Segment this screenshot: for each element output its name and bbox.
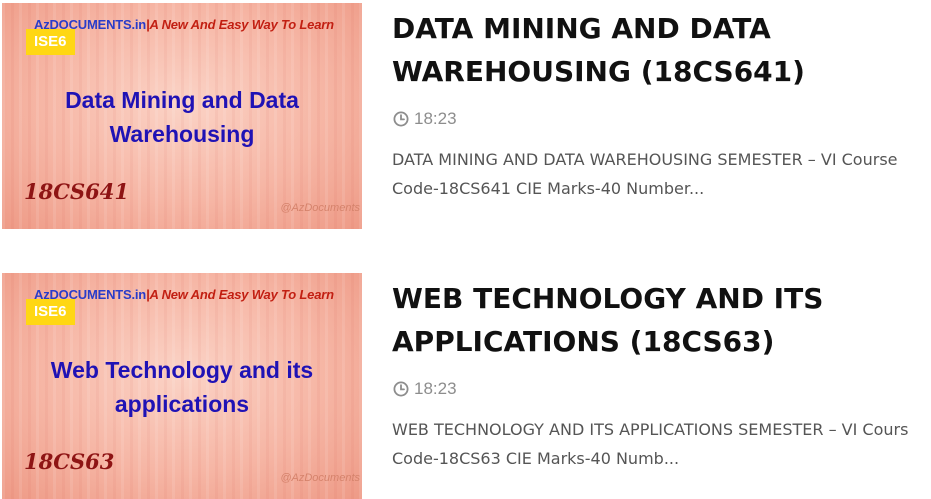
post-excerpt-line2: Code-18CS63 CIE Marks-40 Numb... [392, 449, 680, 468]
thumbnail-site-banner: AzDOCUMENTS.in|A New And Easy Way To Lea… [34, 287, 334, 302]
post-meta: 18:23 [393, 109, 457, 129]
thumbnail-course-code: 18CS641 [24, 179, 129, 204]
thumbnail-handle: @AzDocuments [280, 202, 360, 214]
clock-icon [393, 111, 409, 127]
post-thumbnail[interactable]: AzDOCUMENTS.in|A New And Easy Way To Lea… [2, 3, 362, 229]
thumbnail-title-line1: Web Technology and its [50, 357, 314, 383]
post-excerpt: DATA MINING AND DATA WAREHOUSING SEMESTE… [392, 145, 931, 203]
post-meta: 18:23 [393, 379, 457, 399]
post-time: 18:23 [414, 109, 457, 128]
post-title-link[interactable]: DATA MINING AND DATA WAREHOUSING (18CS64… [392, 7, 872, 93]
post-card: AzDOCUMENTS.in|A New And Easy Way To Lea… [0, 273, 931, 499]
post-thumbnail[interactable]: AzDOCUMENTS.in|A New And Easy Way To Lea… [2, 273, 362, 499]
clock-icon [393, 381, 409, 397]
category-badge[interactable]: ISE6 [26, 299, 75, 325]
thumbnail-handle: @AzDocuments [280, 472, 360, 484]
post-excerpt-line1: DATA MINING AND DATA WAREHOUSING SEMESTE… [392, 150, 898, 169]
post-time: 18:23 [414, 379, 457, 398]
post-card: AzDOCUMENTS.in|A New And Easy Way To Lea… [0, 3, 931, 229]
post-title-line2: APPLICATIONS (18CS63) [392, 325, 775, 358]
post-title-line1: DATA MINING AND DATA [392, 12, 771, 45]
thumbnail-course-code: 18CS63 [24, 449, 115, 474]
post-excerpt: WEB TECHNOLOGY AND ITS APPLICATIONS SEME… [392, 415, 931, 473]
post-title-line1: WEB TECHNOLOGY AND ITS [392, 282, 824, 315]
thumbnail-title-line2: applications [114, 391, 250, 417]
thumbnail-title-line2: Warehousing [109, 121, 255, 147]
thumbnail-title-line1: Data Mining and Data [65, 87, 299, 113]
post-excerpt-line2: Code-18CS641 CIE Marks-40 Number... [392, 179, 705, 198]
thumbnail-site-banner: AzDOCUMENTS.in|A New And Easy Way To Lea… [34, 17, 334, 32]
post-title-line2: WAREHOUSING (18CS641) [392, 55, 805, 88]
post-title-link[interactable]: WEB TECHNOLOGY AND ITS APPLICATIONS (18C… [392, 277, 872, 363]
post-excerpt-line1: WEB TECHNOLOGY AND ITS APPLICATIONS SEME… [392, 420, 909, 439]
category-badge[interactable]: ISE6 [26, 29, 75, 55]
